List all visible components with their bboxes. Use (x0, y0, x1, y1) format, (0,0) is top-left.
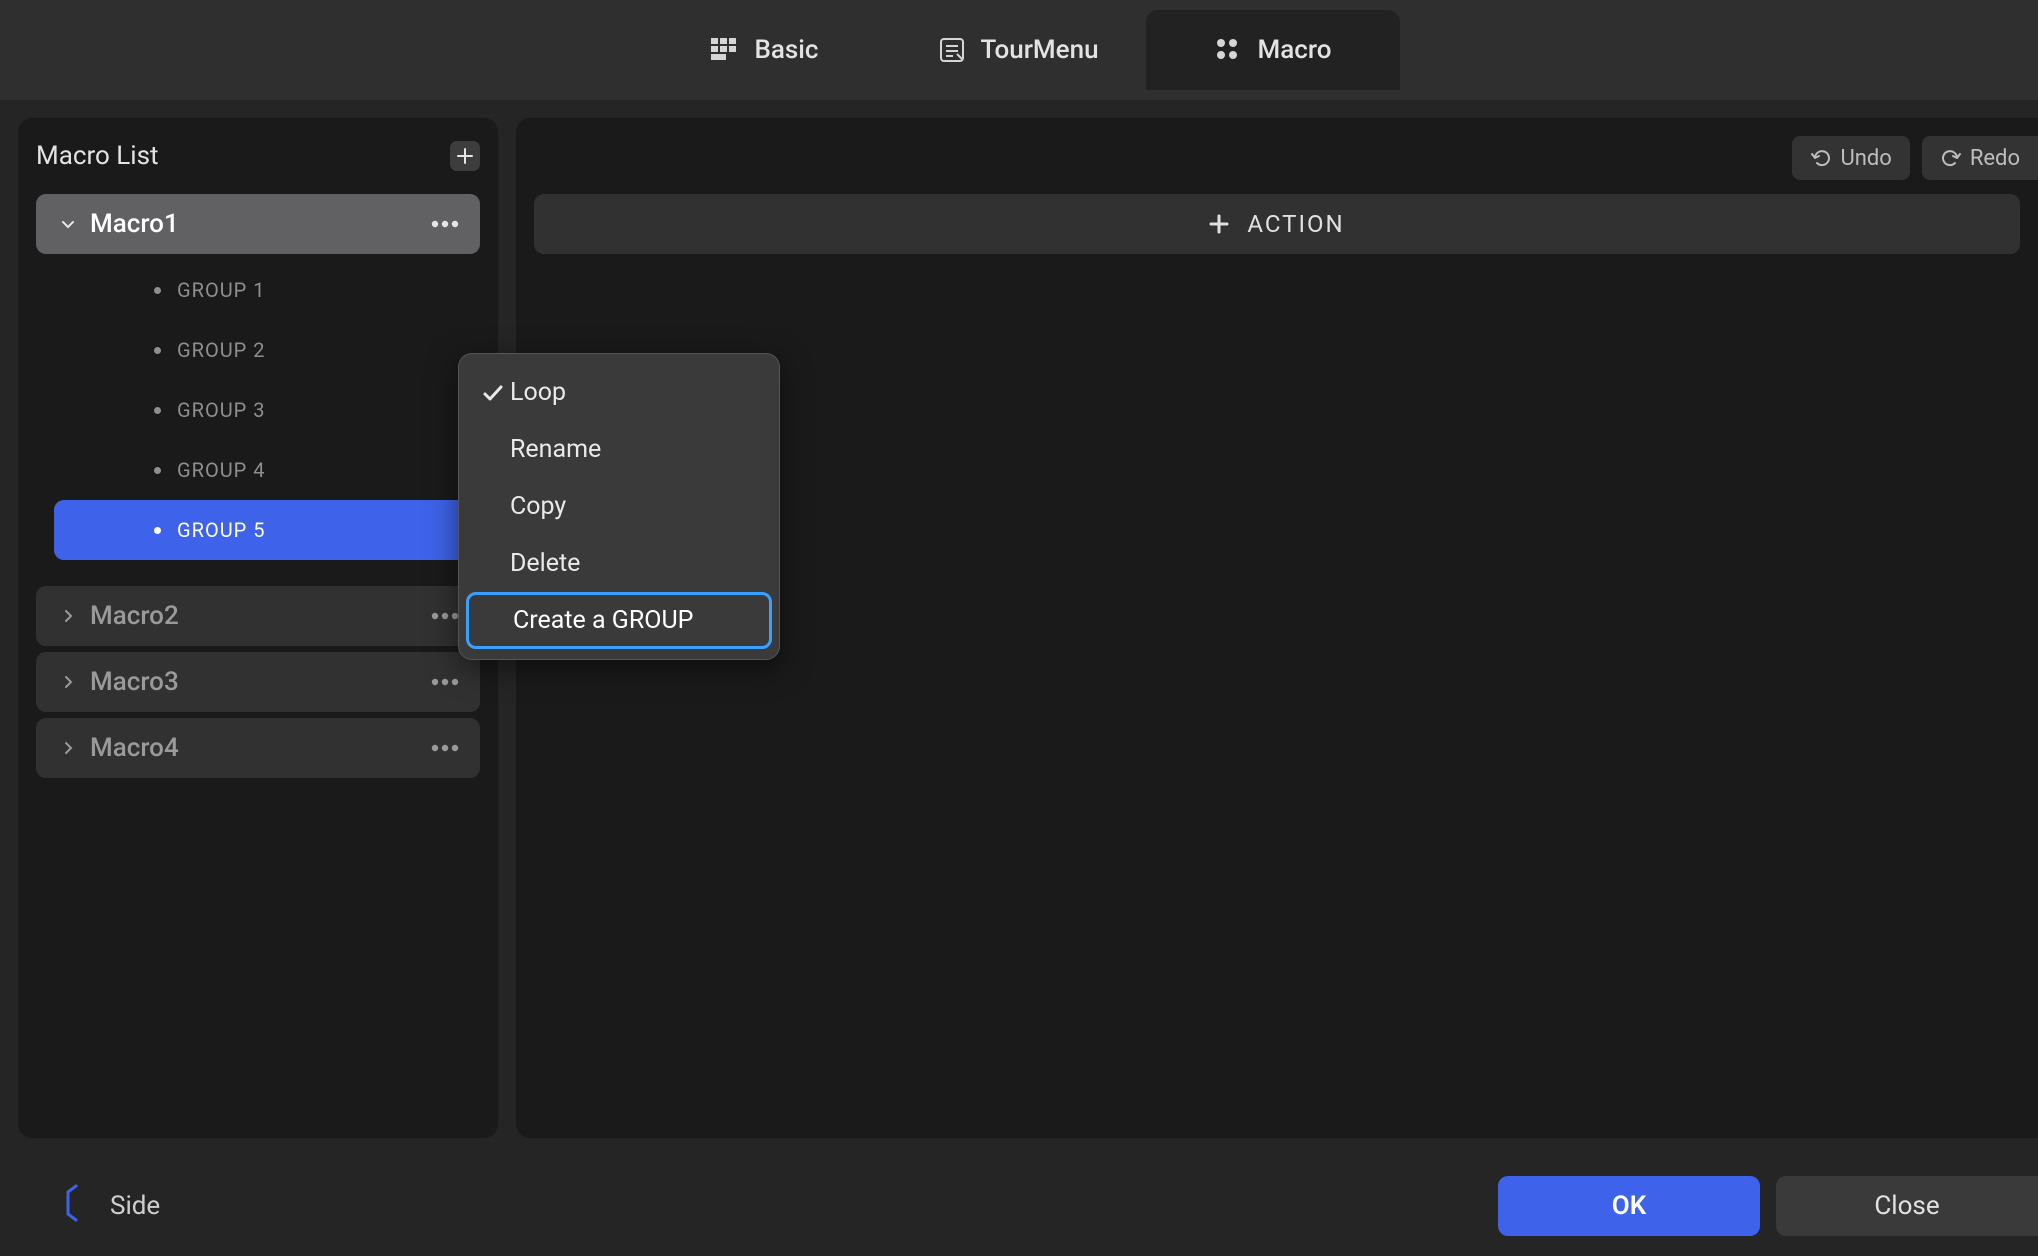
group-label: GROUP 3 (177, 398, 266, 422)
macro-item-1[interactable]: Macro1 (36, 194, 480, 254)
tab-label: Basic (754, 35, 818, 65)
ok-label: OK (1612, 1191, 1646, 1221)
chevron-down-icon (54, 216, 82, 232)
context-menu-delete[interactable]: Delete (466, 535, 772, 592)
group-item-3[interactable]: GROUP 3 (54, 380, 480, 440)
macro-icon (1215, 38, 1243, 62)
side-label: Side (110, 1191, 160, 1221)
bullet-icon (154, 407, 161, 414)
group-item-2[interactable]: GROUP 2 (54, 320, 480, 380)
more-icon (430, 220, 460, 228)
tab-basic[interactable]: Basic (638, 10, 892, 90)
undo-label: Undo (1840, 146, 1891, 171)
check-icon (476, 382, 510, 404)
group-label: GROUP 5 (177, 518, 266, 542)
undo-icon (1810, 147, 1832, 169)
menu-icon (939, 37, 965, 63)
macro-more-button[interactable] (426, 729, 464, 767)
context-menu-copy[interactable]: Copy (466, 478, 772, 535)
macro-context-menu: Loop Rename Copy Delete Create a GROUP (458, 353, 780, 660)
context-menu-label: Loop (510, 378, 566, 407)
tab-label: Macro (1258, 35, 1332, 65)
more-icon (430, 744, 460, 752)
macro-item-2[interactable]: Macro2 (36, 586, 480, 646)
redo-icon (1940, 147, 1962, 169)
macro-more-button[interactable] (426, 663, 464, 701)
group-label: GROUP 4 (177, 458, 266, 482)
redo-label: Redo (1970, 146, 2020, 171)
content-toolbar: Undo Redo (534, 136, 2038, 180)
context-menu-label: Copy (510, 492, 566, 521)
tab-tourmenu[interactable]: TourMenu (892, 10, 1146, 90)
macro-label: Macro2 (90, 601, 426, 631)
undo-button[interactable]: Undo (1792, 136, 1909, 180)
more-icon (430, 612, 460, 620)
group-item-1[interactable]: GROUP 1 (54, 260, 480, 320)
chevron-right-icon (54, 740, 82, 756)
context-menu-loop[interactable]: Loop (466, 364, 772, 421)
grid-icon (711, 38, 739, 62)
bottom-bar: Side OK Close (0, 1156, 2038, 1256)
redo-button[interactable]: Redo (1922, 136, 2038, 180)
tab-macro[interactable]: Macro (1146, 10, 1400, 90)
macro-label: Macro3 (90, 667, 426, 697)
group-label: GROUP 2 (177, 338, 266, 362)
tab-label: TourMenu (980, 35, 1098, 65)
bullet-icon (154, 287, 161, 294)
side-icon (60, 1184, 84, 1229)
macro-item-4[interactable]: Macro4 (36, 718, 480, 778)
add-macro-button[interactable] (450, 141, 480, 171)
bullet-icon (154, 347, 161, 354)
action-label: ACTION (1247, 210, 1344, 238)
bullet-icon (154, 467, 161, 474)
macro-more-button[interactable] (426, 205, 464, 243)
side-toggle[interactable]: Side (60, 1184, 160, 1229)
group-item-5[interactable]: GROUP 5 (54, 500, 480, 560)
context-menu-rename[interactable]: Rename (466, 421, 772, 478)
add-action-button[interactable]: ACTION (534, 194, 2020, 254)
context-menu-label: Delete (510, 549, 580, 578)
sidebar-macro-list: Macro List Macro1 GROUP 1 GROUP 2 GROUP … (18, 118, 498, 1138)
top-tab-bar: Basic TourMenu Macro (0, 0, 2038, 100)
context-menu-label: Create a GROUP (513, 606, 693, 635)
chevron-right-icon (54, 608, 82, 624)
group-label: GROUP 1 (177, 278, 266, 302)
bullet-icon (154, 527, 161, 534)
plus-icon (457, 148, 473, 164)
group-item-4[interactable]: GROUP 4 (54, 440, 480, 500)
context-menu-label: Rename (510, 435, 601, 464)
plus-icon (1209, 214, 1229, 234)
macro1-group-list: GROUP 1 GROUP 2 GROUP 3 GROUP 4 GROUP 5 (36, 254, 480, 560)
macro-item-3[interactable]: Macro3 (36, 652, 480, 712)
context-menu-create-group[interactable]: Create a GROUP (466, 592, 772, 649)
more-icon (430, 678, 460, 686)
macro-label: Macro4 (90, 733, 426, 763)
macro-label: Macro1 (90, 209, 426, 239)
sidebar-title: Macro List (36, 141, 159, 171)
close-label: Close (1874, 1191, 1939, 1221)
ok-button[interactable]: OK (1498, 1176, 1760, 1236)
chevron-right-icon (54, 674, 82, 690)
close-button[interactable]: Close (1776, 1176, 2038, 1236)
